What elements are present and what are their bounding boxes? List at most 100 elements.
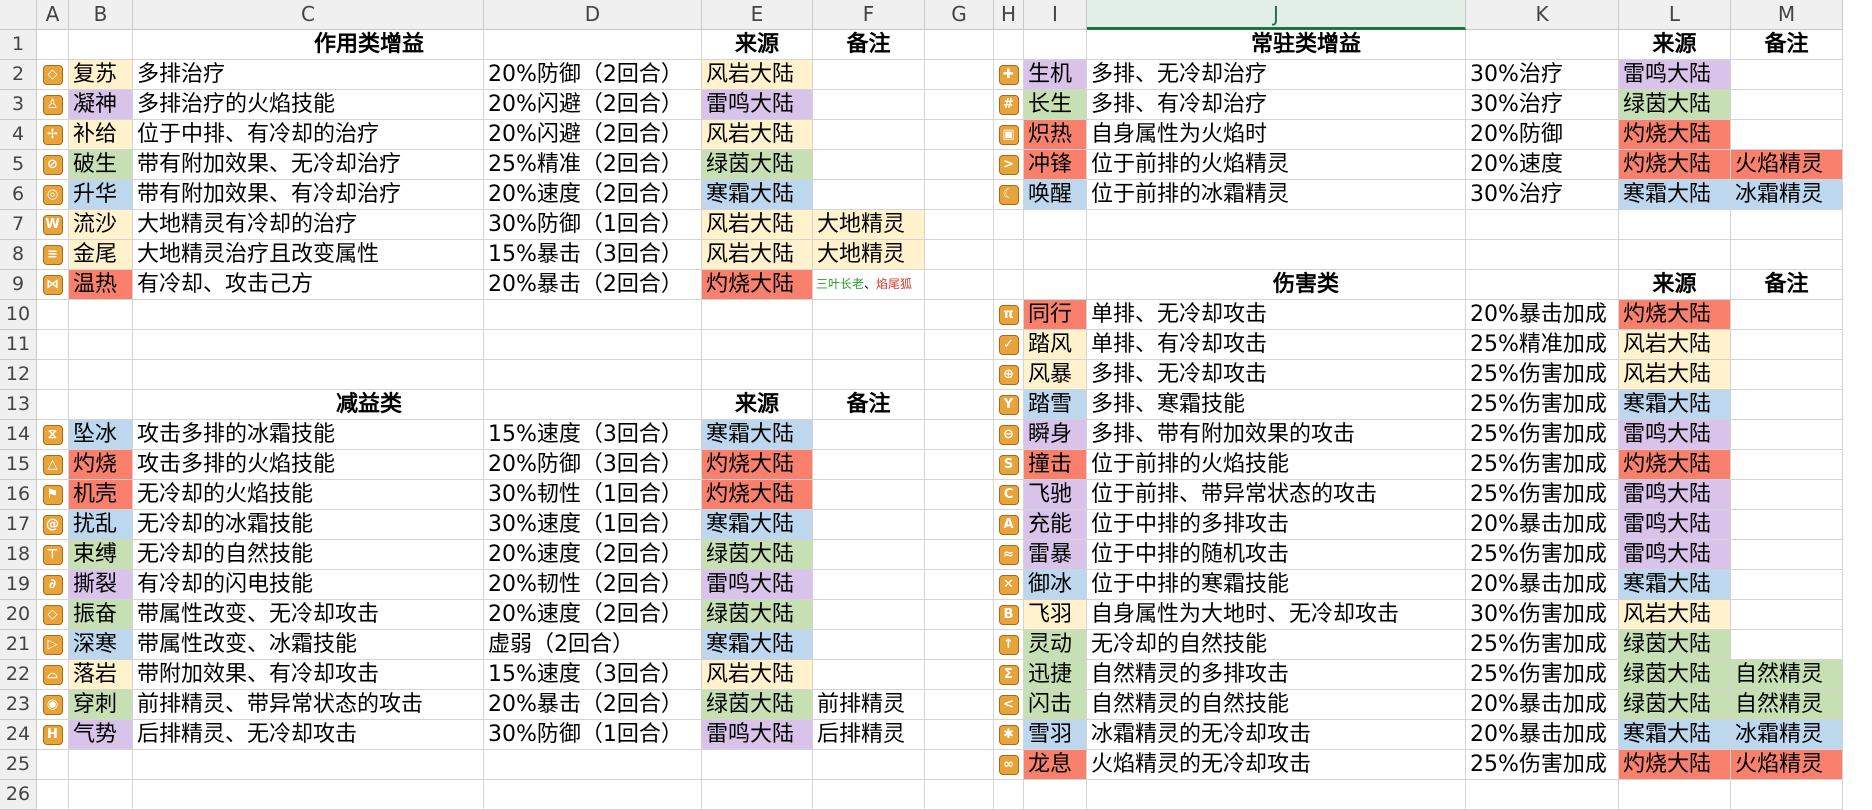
icon-cell[interactable]: > [994,150,1024,180]
skill-effect[interactable]: 15%速度（3回合） [484,660,702,690]
cell-D10[interactable] [484,300,702,330]
section-title-left_top[interactable]: 作用类增益 [37,30,702,60]
skill-source[interactable]: 寒霜大陆 [702,630,813,660]
row-header-4[interactable]: 4 [0,120,37,150]
skill-source[interactable]: 灼烧大陆 [1619,750,1731,780]
row-header-19[interactable]: 19 [0,570,37,600]
column-header-H[interactable]: H [994,0,1024,30]
skill-effect[interactable]: 30%韧性（1回合） [484,480,702,510]
column-header-F[interactable]: F [813,0,925,30]
skill-effect[interactable]: 20%暴击加成 [1466,300,1619,330]
cell-A11[interactable] [37,330,69,360]
source-header-left_top[interactable]: 来源 [702,30,813,60]
skill-name[interactable]: 御冰 [1024,570,1087,600]
cell-M19[interactable] [1731,570,1843,600]
skill-name[interactable]: 深寒 [69,630,133,660]
skill-name[interactable]: 机壳 [69,480,133,510]
cell-G25[interactable] [925,750,994,780]
skill-source[interactable]: 绿茵大陆 [1619,690,1731,720]
cell-G16[interactable] [925,480,994,510]
cell-F11[interactable] [813,330,925,360]
icon-cell[interactable]: ⊘ [37,150,69,180]
skill-condition[interactable]: 无冷却的火焰技能 [133,480,484,510]
row-header-6[interactable]: 6 [0,180,37,210]
skill-name[interactable]: 迅捷 [1024,660,1087,690]
cell-M3[interactable] [1731,90,1843,120]
cell-H8[interactable] [994,240,1024,270]
cell-M15[interactable] [1731,450,1843,480]
cell-C25[interactable] [133,750,484,780]
skill-source[interactable]: 灼烧大陆 [1619,450,1731,480]
icon-cell[interactable]: ↑ [994,630,1024,660]
icon-cell[interactable]: ♙ [37,90,69,120]
cell-I7[interactable] [1024,210,1087,240]
skill-condition[interactable]: 位于前排、带异常状态的攻击 [1087,480,1466,510]
cell-L8[interactable] [1619,240,1731,270]
skill-effect[interactable]: 25%伤害加成 [1466,480,1619,510]
skill-effect[interactable]: 20%暴击加成 [1466,690,1619,720]
cell-F16[interactable] [813,480,925,510]
skill-effect[interactable]: 30%防御（1回合） [484,210,702,240]
cell-F12[interactable] [813,360,925,390]
cell-K8[interactable] [1466,240,1619,270]
icon-cell[interactable]: ▷ [37,630,69,660]
cell-E10[interactable] [702,300,813,330]
cell-F21[interactable] [813,630,925,660]
skill-source[interactable]: 灼烧大陆 [1619,120,1731,150]
icon-cell[interactable]: ≈ [994,540,1024,570]
skill-name[interactable]: 闪击 [1024,690,1087,720]
cell-G11[interactable] [925,330,994,360]
cell-F14[interactable] [813,420,925,450]
cell-M2[interactable] [1731,60,1843,90]
icon-cell[interactable]: ◇ [37,60,69,90]
skill-effect[interactable]: 30%伤害加成 [1466,600,1619,630]
cell-M17[interactable] [1731,510,1843,540]
cell-M10[interactable] [1731,300,1843,330]
icon-cell[interactable]: B [994,600,1024,630]
skill-condition[interactable]: 有冷却、攻击己方 [133,270,484,300]
cell-B26[interactable] [69,780,133,810]
spreadsheet-grid[interactable]: A B C D E F G H I J K L M 1 2 3 4 5 6 7 8 9 10 11 12 13 14 15 16 17 18… [0,0,1872,810]
skill-effect[interactable]: 25%伤害加成 [1466,420,1619,450]
skill-source[interactable]: 风岩大陆 [1619,330,1731,360]
icon-cell[interactable]: ✓ [994,330,1024,360]
cell-G22[interactable] [925,660,994,690]
cell-F2[interactable] [813,60,925,90]
skill-condition[interactable]: 自身属性为大地时、无冷却攻击 [1087,600,1466,630]
skill-condition[interactable]: 无冷却的自然技能 [133,540,484,570]
cell-K7[interactable] [1466,210,1619,240]
skill-name[interactable]: 踏风 [1024,330,1087,360]
skill-effect[interactable]: 20%暴击（2回合） [484,270,702,300]
icon-cell[interactable]: ▣ [994,120,1024,150]
cell-H7[interactable] [994,210,1024,240]
cell-L26[interactable] [1619,780,1731,810]
skill-source[interactable]: 绿茵大陆 [702,600,813,630]
cell-J8[interactable] [1087,240,1466,270]
cell-M21[interactable] [1731,630,1843,660]
skill-effect[interactable]: 20%暴击（2回合） [484,690,702,720]
icon-cell[interactable]: # [994,90,1024,120]
cell-D26[interactable] [484,780,702,810]
row-header-16[interactable]: 16 [0,480,37,510]
skill-effect[interactable]: 20%暴击加成 [1466,720,1619,750]
skill-name[interactable]: 同行 [1024,300,1087,330]
icon-cell[interactable]: Σ [994,660,1024,690]
skill-source[interactable]: 寒霜大陆 [702,510,813,540]
skill-effect[interactable]: 25%伤害加成 [1466,390,1619,420]
column-header-J[interactable]: J [1087,0,1466,30]
skill-note[interactable]: 大地精灵 [813,240,925,270]
skill-condition[interactable]: 带附加效果、有冷却攻击 [133,660,484,690]
column-header-G[interactable]: G [925,0,994,30]
skill-effect[interactable]: 20%闪避（2回合） [484,90,702,120]
section-title-left_bottom[interactable]: 减益类 [37,390,702,420]
column-header-L[interactable]: L [1619,0,1731,30]
cell-G17[interactable] [925,510,994,540]
cell-G7[interactable] [925,210,994,240]
row-header-1[interactable]: 1 [0,30,37,60]
row-header-18[interactable]: 18 [0,540,37,570]
skill-condition[interactable]: 多排治疗 [133,60,484,90]
cell-D25[interactable] [484,750,702,780]
skill-source[interactable]: 雷鸣大陆 [702,570,813,600]
cell-F22[interactable] [813,660,925,690]
row-header-15[interactable]: 15 [0,450,37,480]
